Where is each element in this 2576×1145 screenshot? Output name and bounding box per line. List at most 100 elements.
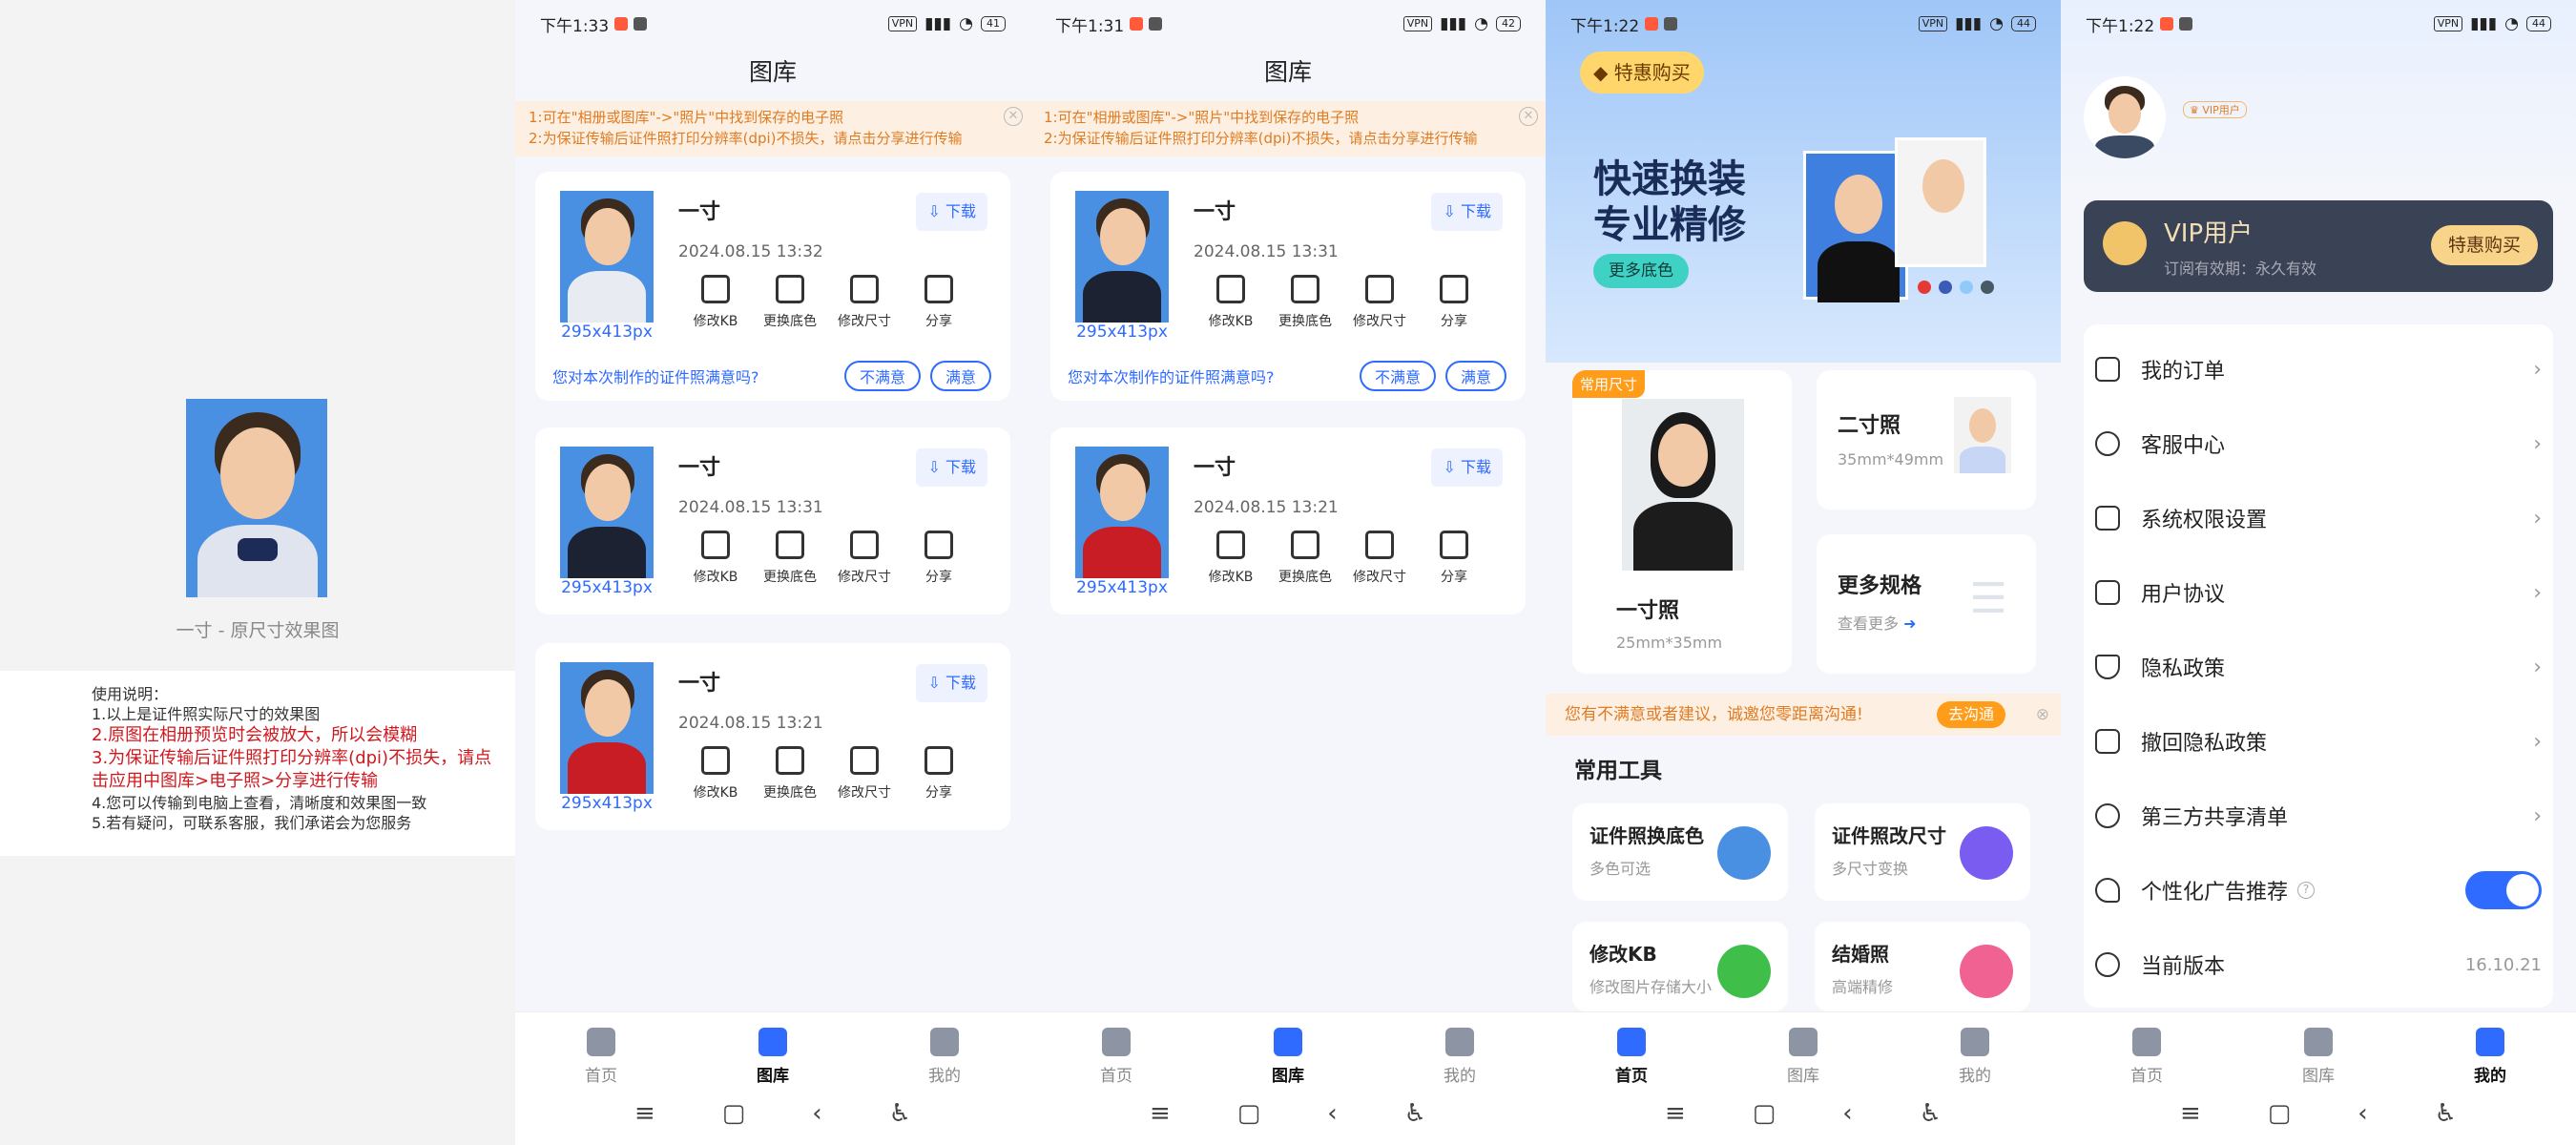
menu-icon[interactable]: ≡ [2180,1099,2201,1128]
notice-line: 2:为保证传输后证件照打印分辨率(dpi)不损失，请点击分享进行传输 [1044,130,1478,147]
download-button[interactable]: ⇩ 下载 [1431,193,1503,231]
nav-gallery[interactable]: 图库 [1746,1028,1860,1086]
contact-button[interactable]: 去沟通 [1937,701,2006,728]
menu-privacy[interactable]: 隐私政策 › [2095,639,2542,695]
edit-kb-button[interactable]: 修改KB [678,746,753,802]
menu-icon[interactable]: ≡ [634,1099,655,1128]
accessibility-icon[interactable]: ♿ [2435,1099,2457,1128]
photo-thumbnail[interactable] [1075,447,1169,578]
photo-name: 一寸 [678,456,721,480]
bottom-nav: 首页 图库 我的 ≡ ▢ ‹ ♿ [1030,1011,1546,1145]
edit-kb-button[interactable]: 修改KB [678,531,753,586]
edit-kb-button[interactable]: 修改KB [678,275,753,330]
menu-revoke-privacy[interactable]: 撤回隐私政策 › [2095,714,2542,769]
promo-chip[interactable]: ◆ 特惠购买 [1580,52,1704,94]
change-bg-button[interactable]: 更换底色 [753,531,827,586]
change-bg-button[interactable]: 更换底色 [753,746,827,802]
nav-home[interactable]: 首页 [2089,1028,2204,1086]
menu-support[interactable]: 客服中心 › [2095,416,2542,471]
unsatisfied-button[interactable]: 不满意 [1359,361,1436,391]
photo-card[interactable]: 295x413px 一寸 2024.08.15 13:31 ⇩ 下载 修改KB … [535,427,1010,614]
menu-third-party[interactable]: 第三方共享清单 › [2095,788,2542,843]
avatar[interactable] [2084,76,2166,158]
cloud-download-icon: ⇩ [927,202,945,220]
square-icon[interactable]: ▢ [2268,1099,2292,1128]
photo-thumbnail[interactable] [560,662,654,794]
photo-card[interactable]: 295x413px 一寸 2024.08.15 13:21 ⇩ 下载 修改KB … [1050,427,1526,614]
download-button[interactable]: ⇩ 下载 [916,193,987,231]
share-button[interactable]: 分享 [1417,531,1491,586]
change-bg-button[interactable]: 更换底色 [1268,275,1342,330]
menu-icon[interactable]: ≡ [1665,1099,1686,1128]
resize-button[interactable]: 修改尺寸 [827,746,902,802]
download-button[interactable]: ⇩ 下载 [916,664,987,702]
tool-change-size[interactable]: 证件照改尺寸 多尺寸变换 [1815,803,2030,901]
menu-permissions[interactable]: 系统权限设置 › [2095,490,2542,546]
more-sizes-card[interactable]: 更多规格 查看更多 ➜ ☰ [1817,534,2036,674]
ads-toggle[interactable] [2465,871,2542,909]
banner-photo [1895,137,1986,267]
square-icon[interactable]: ▢ [1753,1099,1776,1128]
back-icon[interactable]: ‹ [1327,1099,1337,1128]
back-icon[interactable]: ‹ [812,1099,821,1128]
photo-thumbnail[interactable] [1075,191,1169,323]
close-icon[interactable]: ✕ [1004,107,1023,126]
satisfied-button[interactable]: 满意 [1444,361,1506,391]
menu-orders[interactable]: 我的订单 › [2095,342,2542,397]
close-icon[interactable]: ⊗ [2036,694,2049,736]
tool-wedding[interactable]: 结婚照 高端精修 [1815,922,2030,1011]
close-icon[interactable]: ✕ [1519,107,1538,126]
photo-card[interactable]: 295x413px 一寸 2024.08.15 13:21 ⇩ 下载 修改KB … [535,643,1010,830]
photo-thumbnail[interactable] [560,191,654,323]
menu-user-agreement[interactable]: 用户协议 › [2095,565,2542,620]
resize-icon [850,275,879,303]
resize-button[interactable]: 修改尺寸 [827,275,902,330]
menu-label: 当前版本 [2141,955,2226,979]
resize-button[interactable]: 修改尺寸 [1342,531,1417,586]
nav-home[interactable]: 首页 [1574,1028,1689,1086]
nav-home[interactable]: 首页 [544,1028,658,1086]
download-button[interactable]: ⇩ 下载 [916,448,987,487]
photo-card[interactable]: 295x413px 一寸 2024.08.15 13:32 ⇩ 下载 修改KB … [535,172,1010,401]
resize-button[interactable]: 修改尺寸 [827,531,902,586]
tool-edit-kb[interactable]: 修改KB 修改图片存储大小 [1572,922,1788,1011]
back-icon[interactable]: ‹ [2358,1099,2367,1128]
satisfied-button[interactable]: 满意 [929,361,991,391]
square-icon[interactable]: ▢ [722,1099,746,1128]
share-button[interactable]: 分享 [902,275,976,330]
change-bg-button[interactable]: 更换底色 [1268,531,1342,586]
nav-mine[interactable]: 我的 [2433,1028,2547,1086]
menu-icon[interactable]: ≡ [1150,1099,1171,1128]
photo-thumbnail[interactable] [560,447,654,578]
nav-home[interactable]: 首页 [1059,1028,1174,1086]
more-color-button[interactable]: 更多底色 [1593,254,1689,288]
nav-gallery[interactable]: 图库 [2261,1028,2376,1086]
change-bg-button[interactable]: 更换底色 [753,275,827,330]
two-inch-card[interactable]: 二寸照 35mm*49mm [1817,370,2036,510]
download-button[interactable]: ⇩ 下载 [1431,448,1503,487]
nav-mine[interactable]: 我的 [1402,1028,1517,1086]
share-button[interactable]: 分享 [902,531,976,586]
nav-mine[interactable]: 我的 [887,1028,1002,1086]
size-dimensions: 25mm*35mm [1616,634,1723,652]
tool-change-bg[interactable]: 证件照换底色 多色可选 [1572,803,1788,901]
edit-kb-button[interactable]: 修改KB [1194,531,1268,586]
one-inch-card[interactable]: 常用尺寸 一寸照 25mm*35mm [1572,370,1792,674]
share-button[interactable]: 分享 [1417,275,1491,330]
resize-button[interactable]: 修改尺寸 [1342,275,1417,330]
unsatisfied-button[interactable]: 不满意 [843,361,921,391]
share-button[interactable]: 分享 [902,746,976,802]
accessibility-icon[interactable]: ♿ [889,1099,911,1128]
square-icon[interactable]: ▢ [1237,1099,1261,1128]
help-icon[interactable]: ? [2297,882,2316,899]
nav-gallery[interactable]: 图库 [716,1028,830,1086]
nav-mine[interactable]: 我的 [1918,1028,2032,1086]
buy-button[interactable]: 特惠购买 [2430,225,2538,265]
nav-gallery[interactable]: 图库 [1231,1028,1345,1086]
accessibility-icon[interactable]: ♿ [1920,1099,1942,1128]
edit-kb-button[interactable]: 修改KB [1194,275,1268,330]
tool-label: 修改KB [693,314,738,329]
accessibility-icon[interactable]: ♿ [1404,1099,1426,1128]
photo-card[interactable]: 295x413px 一寸 2024.08.15 13:31 ⇩ 下载 修改KB … [1050,172,1526,401]
back-icon[interactable]: ‹ [1842,1099,1852,1128]
